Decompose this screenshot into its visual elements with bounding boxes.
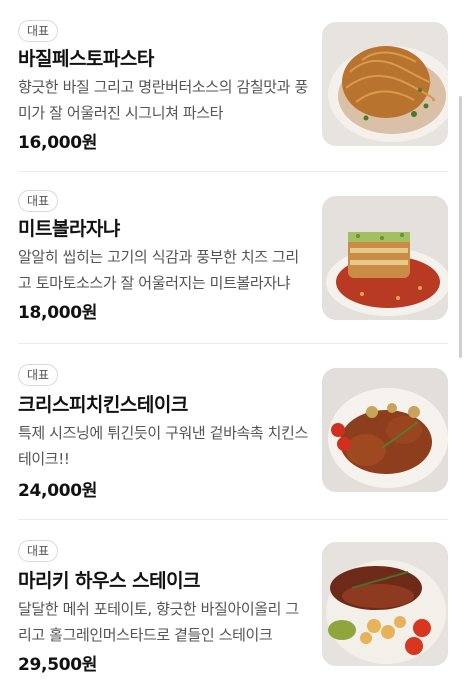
menu-item-price: 16,000원 xyxy=(18,133,98,153)
steak-photo xyxy=(322,542,448,666)
representative-badge: 대표 xyxy=(18,190,59,212)
menu-item[interactable]: 대표 크리스피치킨스테이크 특제 시즈닝에 튀긴듯이 구워낸 겉바속촉 치킨스테… xyxy=(0,344,466,520)
menu-item[interactable]: 대표 미트볼라자냐 알알히 씹히는 고기의 식감과 풍부한 치즈 그리고 토마토… xyxy=(0,172,466,344)
representative-badge: 대표 xyxy=(18,364,59,386)
representative-badge: 대표 xyxy=(18,20,59,42)
menu-item-price: 29,500원 xyxy=(18,655,98,675)
menu-item-name: 미트볼라자냐 xyxy=(18,218,120,240)
menu-item-description: 달달한 메쉬 포테이토, 향긋한 바질아이올리 그리고 홀그레인머스타드로 곁들… xyxy=(18,600,299,644)
scrollbar[interactable] xyxy=(459,96,462,358)
menu-item-price: 18,000원 xyxy=(18,303,98,323)
menu-item-description: 알알히 씹히는 고기의 식감과 풍부한 치즈 그리고 토마토소스가 잘 어울러지… xyxy=(18,248,299,292)
menu-item[interactable]: 대표 마리키 하우스 스테이크 달달한 메쉬 포테이토, 향긋한 바질아이올리 … xyxy=(0,520,466,684)
menu-item-description: 특제 시즈닝에 튀긴듯이 구워낸 겉바속촉 치킨스테이크!! xyxy=(18,424,308,468)
menu-item-price: 24,000원 xyxy=(18,481,98,501)
menu-item-name: 마리키 하우스 스테이크 xyxy=(18,570,201,592)
menu-item-name: 바질페스토파스타 xyxy=(18,48,154,70)
representative-badge: 대표 xyxy=(18,540,59,562)
pasta-photo xyxy=(322,22,448,146)
menu-item-name: 크리스피치킨스테이크 xyxy=(18,394,188,416)
lasagna-photo xyxy=(322,196,448,320)
menu-item-description: 향긋한 바질 그리고 명란버터소스의 감칠맛과 풍미가 잘 어울러진 시그니쳐 … xyxy=(18,78,308,122)
chicken-steak-photo xyxy=(322,368,448,492)
menu-list: 대표 바질페스토파스타 향긋한 바질 그리고 명란버터소스의 감칠맛과 풍미가 … xyxy=(0,0,466,684)
menu-item[interactable]: 대표 바질페스토파스타 향긋한 바질 그리고 명란버터소스의 감칠맛과 풍미가 … xyxy=(0,0,466,172)
